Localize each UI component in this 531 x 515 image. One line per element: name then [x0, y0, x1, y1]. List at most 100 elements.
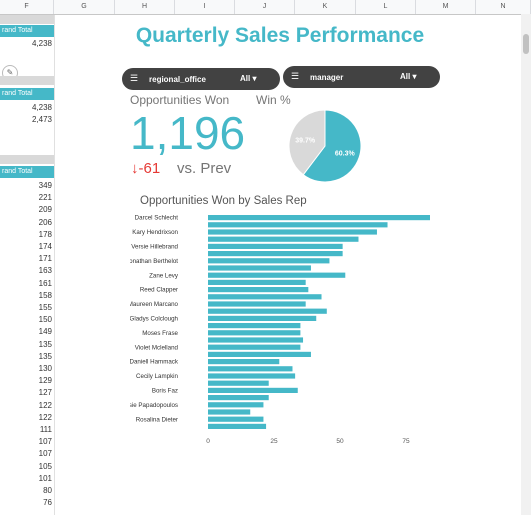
- bar: [208, 344, 301, 350]
- kpi-label: Opportunities Won: [130, 93, 230, 107]
- cell-value[interactable]: 129: [39, 376, 52, 385]
- cell-value[interactable]: 122: [39, 413, 52, 422]
- cell-value[interactable]: 149: [39, 327, 52, 336]
- bar-label: Rosie Papadopoulos: [130, 402, 178, 409]
- bar: [208, 308, 327, 314]
- bar: [208, 402, 264, 408]
- bar: [208, 294, 322, 300]
- cell-value[interactable]: 105: [39, 462, 52, 471]
- cell-value[interactable]: 122: [39, 401, 52, 410]
- filter-regional-office[interactable]: ☰ regional_office All ▾: [122, 68, 280, 90]
- cell-value[interactable]: 150: [39, 315, 52, 324]
- win-pct-pie-chart: 60.3% 39.7%: [288, 109, 362, 183]
- bar: [208, 236, 359, 242]
- cell-value[interactable]: 2,473: [32, 115, 52, 124]
- bar: [208, 301, 306, 307]
- bar: [208, 222, 388, 228]
- filter-name: regional_office: [149, 75, 206, 84]
- bar-label: Versie Hillebrand: [131, 244, 178, 251]
- bar-chart-title: Opportunities Won by Sales Rep: [140, 195, 307, 207]
- bar: [208, 423, 267, 429]
- bar-label: Violet Mclelland: [135, 344, 179, 351]
- cell-value[interactable]: 107: [39, 449, 52, 458]
- column-header-m[interactable]: M: [416, 0, 476, 14]
- column-header-n[interactable]: N: [476, 0, 531, 14]
- cell-value[interactable]: 161: [39, 279, 52, 288]
- cell-value[interactable]: 221: [39, 193, 52, 202]
- x-tick-label: 25: [270, 438, 278, 445]
- vertical-scrollbar[interactable]: [521, 14, 531, 515]
- bar: [208, 395, 269, 401]
- bar: [208, 359, 280, 365]
- spreadsheet-left-column: rand Total 4,238 ✎ rand Total 4,238 2,47…: [0, 15, 55, 515]
- bar: [208, 416, 264, 422]
- scrollbar-thumb[interactable]: [523, 34, 529, 54]
- cell-value[interactable]: 155: [39, 303, 52, 312]
- filter-name: manager: [310, 73, 344, 82]
- cell-value[interactable]: 130: [39, 364, 52, 373]
- bar-label: Daniell Hammack: [130, 359, 179, 366]
- grand-total-header[interactable]: rand Total: [0, 25, 54, 37]
- kpi-delta-value: -61: [138, 160, 161, 177]
- grand-total-value[interactable]: 4,238: [32, 39, 52, 48]
- bar-label: Cecily Lampkin: [136, 373, 179, 380]
- cell-value[interactable]: 209: [39, 205, 52, 214]
- bar: [208, 409, 251, 415]
- bar-label: Zane Levy: [149, 272, 179, 279]
- column-header-i[interactable]: I: [175, 0, 235, 14]
- grand-total-header[interactable]: rand Total: [0, 166, 54, 178]
- cell-value[interactable]: 80: [43, 486, 52, 495]
- bar-label: Reed Clapper: [140, 287, 178, 294]
- cell-value[interactable]: 349: [39, 181, 52, 190]
- filter-icon: ☰: [291, 71, 300, 81]
- bar-label: Kary Hendrixson: [132, 229, 178, 236]
- filter-manager[interactable]: ☰ manager All ▾: [283, 66, 440, 88]
- bar: [208, 373, 296, 379]
- cell-value[interactable]: 135: [39, 352, 52, 361]
- x-tick-label: 75: [402, 438, 410, 445]
- column-header-k[interactable]: K: [295, 0, 356, 14]
- bar: [208, 215, 430, 221]
- bar: [208, 251, 343, 257]
- cell-value[interactable]: 171: [39, 254, 52, 263]
- arrow-down-icon: ↓: [131, 160, 139, 177]
- bar: [208, 315, 317, 321]
- bar: [208, 287, 309, 293]
- gray-band: [0, 15, 54, 24]
- column-header-f[interactable]: F: [0, 0, 54, 14]
- cell-value[interactable]: 174: [39, 242, 52, 251]
- cell-value[interactable]: 163: [39, 266, 52, 275]
- kpi-delta: ↓-61: [131, 160, 160, 177]
- cell-value[interactable]: 178: [39, 230, 52, 239]
- cell-value[interactable]: 135: [39, 340, 52, 349]
- bar: [208, 351, 311, 357]
- cell-value[interactable]: 206: [39, 218, 52, 227]
- column-header-g[interactable]: G: [54, 0, 115, 14]
- column-header-j[interactable]: J: [235, 0, 295, 14]
- x-tick-label: 0: [206, 438, 210, 445]
- bar: [208, 279, 306, 285]
- bar: [208, 272, 346, 278]
- filter-value-dropdown[interactable]: All ▾: [400, 72, 416, 81]
- column-header-bar: F G H I J K L M N: [0, 0, 531, 15]
- bar-label: Darcel Schlecht: [135, 215, 179, 222]
- bar-label: Gladys Colclough: [130, 316, 179, 323]
- gray-band: [0, 76, 54, 85]
- column-header-l[interactable]: L: [356, 0, 416, 14]
- grand-total-header[interactable]: rand Total: [0, 88, 54, 100]
- filter-value-dropdown[interactable]: All ▾: [240, 74, 256, 83]
- pie-slice-label: 39.7%: [295, 137, 316, 144]
- cell-value[interactable]: 76: [43, 498, 52, 507]
- cell-value[interactable]: 127: [39, 388, 52, 397]
- bar: [208, 387, 298, 393]
- cell-value[interactable]: 111: [40, 425, 52, 434]
- column-header-h[interactable]: H: [115, 0, 175, 14]
- kpi-value: 1,196: [130, 107, 246, 159]
- cell-value[interactable]: 101: [39, 474, 52, 483]
- cell-value[interactable]: 4,238: [32, 103, 52, 112]
- cell-value[interactable]: 107: [39, 437, 52, 446]
- cell-value[interactable]: 158: [39, 291, 52, 300]
- bar-label: Jonathan Berthelot: [130, 258, 178, 265]
- bar: [208, 380, 269, 386]
- bar: [208, 366, 293, 372]
